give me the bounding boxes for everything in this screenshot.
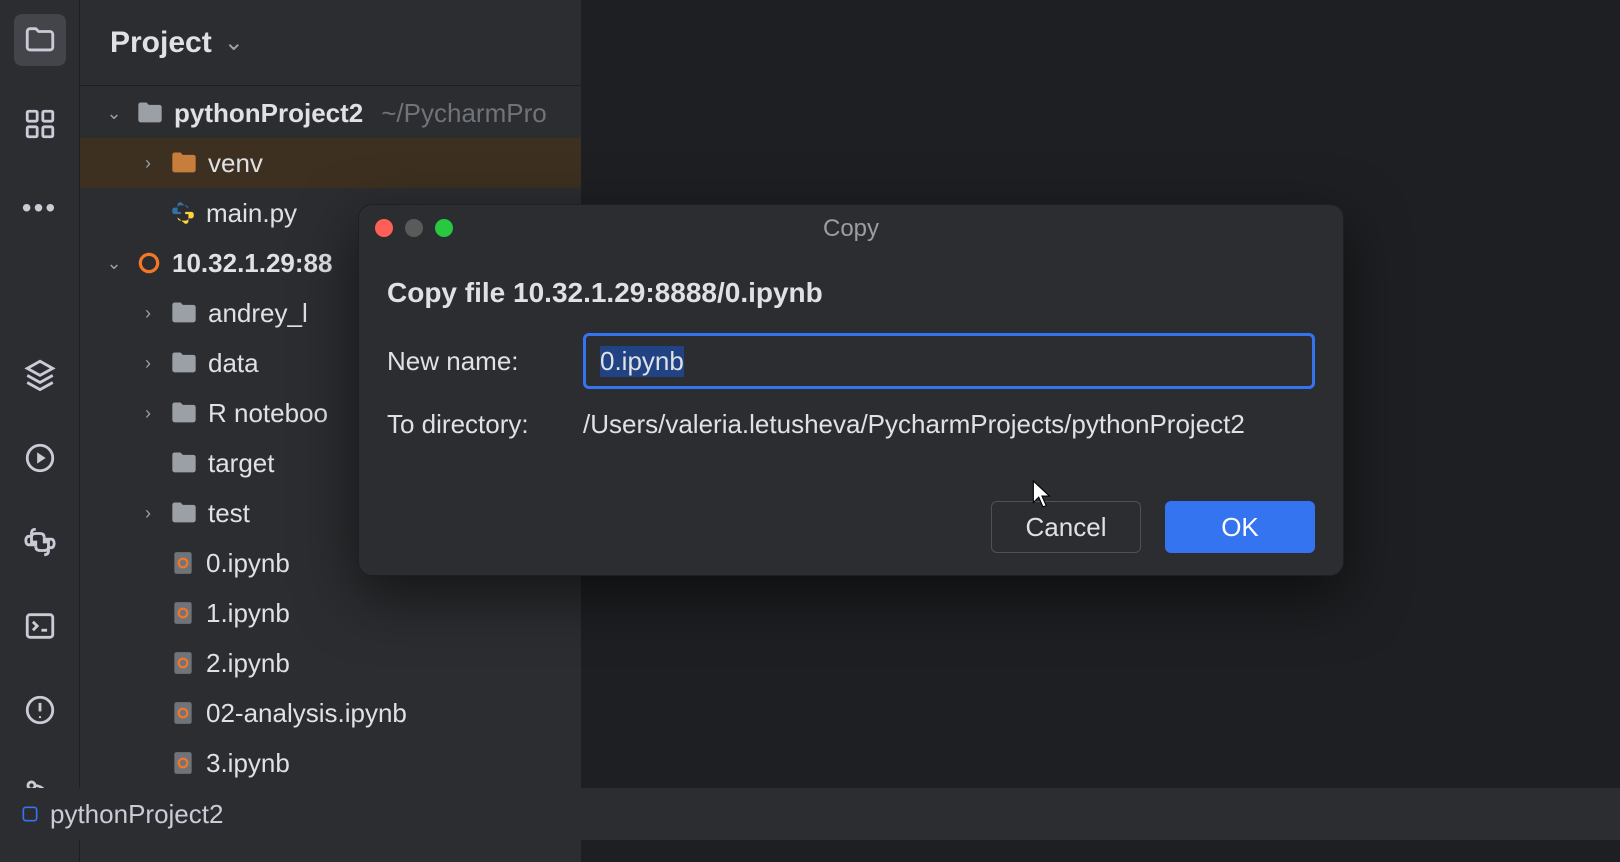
notebook-icon [170, 750, 196, 776]
structure-tool-button[interactable] [14, 98, 66, 150]
breadcrumb-label: pythonProject2 [50, 799, 223, 830]
tree-label: test [208, 498, 250, 529]
folder-icon [170, 501, 198, 525]
python-console-button[interactable] [14, 516, 66, 568]
copy-dialog: Copy Copy file 10.32.1.29:8888/0.ipynb N… [358, 204, 1344, 576]
notebook-icon [170, 600, 196, 626]
chevron-right-icon: › [136, 503, 160, 524]
run-tool-button[interactable] [14, 432, 66, 484]
ok-button[interactable]: OK [1165, 501, 1315, 553]
tree-folder-venv[interactable]: › venv [80, 138, 581, 188]
tree-notebook[interactable]: › 1.ipynb [80, 588, 581, 638]
new-name-label: New name: [387, 346, 583, 377]
folder-icon [170, 451, 198, 475]
folder-icon [136, 101, 164, 125]
tree-label: 2.ipynb [206, 648, 290, 679]
tree-label: 1.ipynb [206, 598, 290, 629]
python-file-icon [170, 200, 196, 226]
tree-label: pythonProject2 [174, 98, 363, 129]
folder-icon [170, 401, 198, 425]
cancel-button[interactable]: Cancel [991, 501, 1141, 553]
chevron-down-icon: ⌄ [102, 253, 126, 274]
tree-label: 10.32.1.29:88 [172, 248, 332, 279]
module-icon [20, 804, 40, 824]
more-tools-button[interactable]: ••• [14, 182, 66, 234]
notebook-icon [170, 550, 196, 576]
tree-notebook[interactable]: › 02-analysis.ipynb [80, 688, 581, 738]
chevron-right-icon: › [136, 303, 160, 324]
to-directory-label: To directory: [387, 409, 583, 440]
tree-notebook[interactable]: › 3.ipynb [80, 738, 581, 788]
tree-root[interactable]: ⌄ pythonProject2 ~/PycharmPro [80, 88, 581, 138]
folder-icon [170, 351, 198, 375]
tree-label: 02-analysis.ipynb [206, 698, 407, 729]
ellipsis-icon: ••• [22, 192, 57, 224]
chevron-down-icon: ⌄ [224, 28, 244, 57]
chevron-right-icon: › [136, 353, 160, 374]
tree-hint: ~/PycharmPro [381, 98, 546, 129]
tree-label: data [208, 348, 259, 379]
tree-label: andrey_l [208, 298, 308, 329]
chevron-right-icon: › [136, 403, 160, 424]
terminal-tool-button[interactable] [14, 600, 66, 652]
layers-tool-button[interactable] [14, 348, 66, 400]
tree-label: target [208, 448, 275, 479]
jupyter-icon [136, 250, 162, 276]
notebook-icon [170, 700, 196, 726]
to-directory-value: /Users/valeria.letusheva/PycharmProjects… [583, 409, 1245, 440]
tree-label: R noteboo [208, 398, 328, 429]
tool-rail: ••• [0, 0, 80, 862]
dialog-titlebar[interactable]: Copy [359, 205, 1343, 249]
tree-notebook[interactable]: › 2.ipynb [80, 638, 581, 688]
project-tool-button[interactable] [14, 14, 66, 66]
chevron-down-icon: ⌄ [102, 103, 126, 124]
tree-label: 3.ipynb [206, 748, 290, 779]
tree-label: main.py [206, 198, 297, 229]
new-name-input[interactable] [583, 333, 1315, 389]
dialog-window-title: Copy [359, 215, 1343, 243]
sidebar-header[interactable]: Project ⌄ [80, 0, 581, 86]
breadcrumb[interactable]: pythonProject2 [0, 788, 1620, 840]
problems-tool-button[interactable] [14, 684, 66, 736]
tree-label: venv [208, 148, 263, 179]
tree-label: 0.ipynb [206, 548, 290, 579]
notebook-icon [170, 650, 196, 676]
sidebar-title: Project [110, 26, 212, 60]
folder-icon [170, 151, 198, 175]
folder-icon [170, 301, 198, 325]
chevron-right-icon: › [136, 153, 160, 174]
dialog-heading: Copy file 10.32.1.29:8888/0.ipynb [387, 277, 1315, 309]
